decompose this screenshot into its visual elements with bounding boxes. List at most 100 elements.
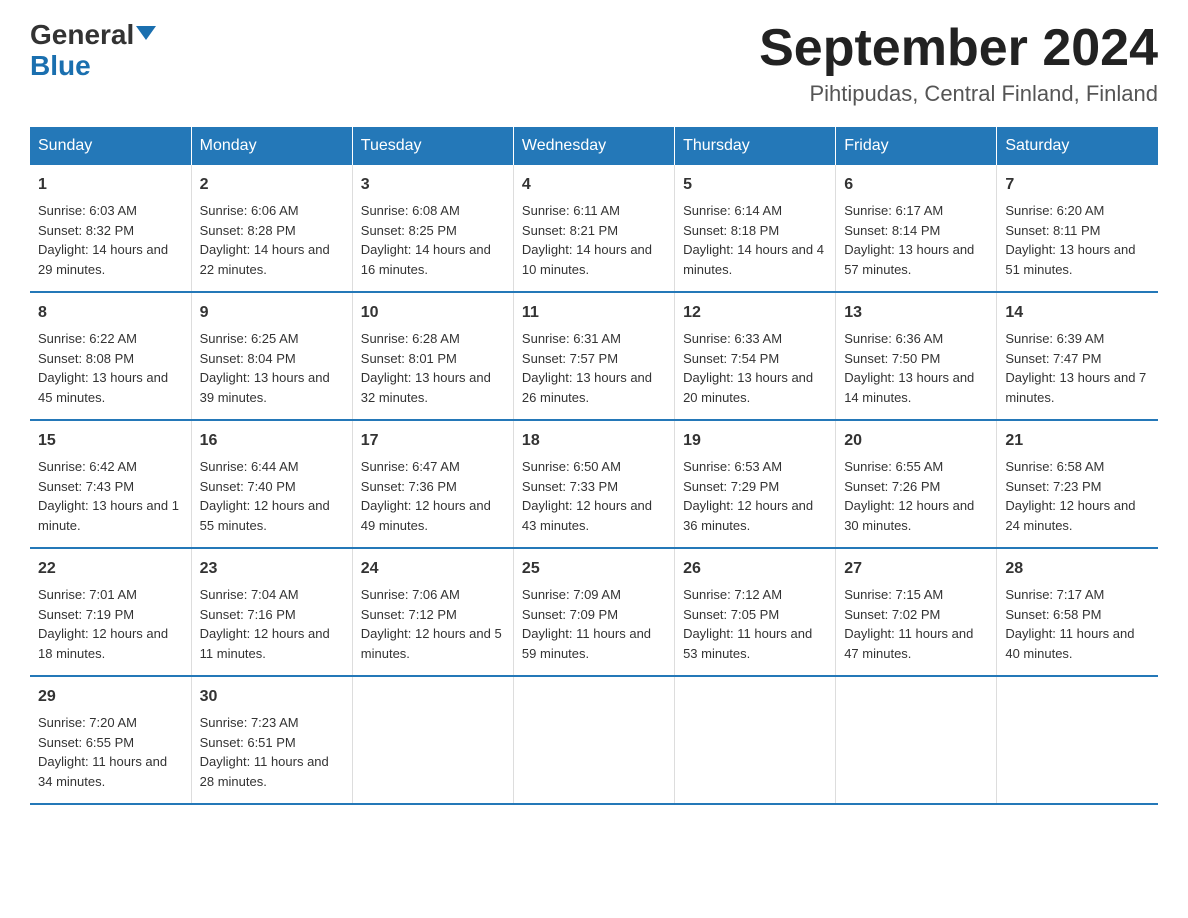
- day-number: 12: [683, 301, 827, 325]
- sunset-text: Sunset: 7:40 PM: [200, 479, 296, 494]
- daylight-text: Daylight: 14 hours and 4 minutes.: [683, 242, 824, 277]
- sunset-text: Sunset: 8:21 PM: [522, 223, 618, 238]
- day-number: 11: [522, 301, 666, 325]
- sunrise-text: Sunrise: 7:15 AM: [844, 587, 943, 602]
- logo-text: GeneralBlue: [30, 20, 156, 82]
- day-number: 6: [844, 173, 988, 197]
- daylight-text: Daylight: 12 hours and 18 minutes.: [38, 626, 168, 661]
- sunset-text: Sunset: 7:54 PM: [683, 351, 779, 366]
- sunset-text: Sunset: 7:16 PM: [200, 607, 296, 622]
- calendar-cell: 29Sunrise: 7:20 AMSunset: 6:55 PMDayligh…: [30, 676, 191, 804]
- calendar-cell: 5Sunrise: 6:14 AMSunset: 8:18 PMDaylight…: [675, 165, 836, 292]
- daylight-text: Daylight: 13 hours and 39 minutes.: [200, 370, 330, 405]
- sunrise-text: Sunrise: 6:53 AM: [683, 459, 782, 474]
- day-number: 26: [683, 557, 827, 581]
- daylight-text: Daylight: 12 hours and 30 minutes.: [844, 498, 974, 533]
- calendar-cell: 3Sunrise: 6:08 AMSunset: 8:25 PMDaylight…: [352, 165, 513, 292]
- day-header-wednesday: Wednesday: [513, 127, 674, 165]
- daylight-text: Daylight: 11 hours and 28 minutes.: [200, 754, 329, 789]
- daylight-text: Daylight: 11 hours and 40 minutes.: [1005, 626, 1134, 661]
- calendar-cell: 20Sunrise: 6:55 AMSunset: 7:26 PMDayligh…: [836, 420, 997, 548]
- day-number: 9: [200, 301, 344, 325]
- sunrise-text: Sunrise: 6:20 AM: [1005, 203, 1104, 218]
- sunrise-text: Sunrise: 6:08 AM: [361, 203, 460, 218]
- sunrise-text: Sunrise: 7:20 AM: [38, 715, 137, 730]
- sunset-text: Sunset: 7:12 PM: [361, 607, 457, 622]
- day-header-tuesday: Tuesday: [352, 127, 513, 165]
- calendar-cell: 16 Sunrise: 6:44 AM Sunset: 7:40 PM Dayligh…: [191, 420, 352, 548]
- sunrise-text: Sunrise: 6:11 AM: [522, 203, 620, 218]
- calendar-cell: 23Sunrise: 7:04 AMSunset: 7:16 PMDayligh…: [191, 548, 352, 676]
- calendar-cell: [675, 676, 836, 804]
- sunset-text: Sunset: 6:51 PM: [200, 735, 296, 750]
- daylight-text: Daylight: 14 hours and 10 minutes.: [522, 242, 652, 277]
- calendar-cell: 30Sunrise: 7:23 AMSunset: 6:51 PMDayligh…: [191, 676, 352, 804]
- calendar-cell: 22Sunrise: 7:01 AMSunset: 7:19 PMDayligh…: [30, 548, 191, 676]
- calendar-cell: 7Sunrise: 6:20 AMSunset: 8:11 PMDaylight…: [997, 165, 1158, 292]
- daylight-text: Daylight: 14 hours and 22 minutes.: [200, 242, 330, 277]
- sunrise-text: Sunrise: 7:17 AM: [1005, 587, 1104, 602]
- sunrise-text: Sunrise: 6:55 AM: [844, 459, 943, 474]
- day-number: 18: [522, 429, 666, 453]
- week-row-2: 8Sunrise: 6:22 AMSunset: 8:08 PMDaylight…: [30, 292, 1158, 420]
- sunrise-text: Sunrise: 6:42 AM: [38, 459, 137, 474]
- sunset-text: Sunset: 6:58 PM: [1005, 607, 1101, 622]
- sunrise-text: Sunrise: 6:03 AM: [38, 203, 137, 218]
- daylight-text: Daylight: 13 hours and 1 minute.: [38, 498, 179, 533]
- sunset-text: Sunset: 7:23 PM: [1005, 479, 1101, 494]
- sunset-text: Sunset: 7:05 PM: [683, 607, 779, 622]
- sunrise-text: Sunrise: 6:17 AM: [844, 203, 943, 218]
- calendar-cell: 4 Sunrise: 6:11 AM Sunset: 8:21 PM Daylight…: [513, 165, 674, 292]
- title-block: September 2024 Pihtipudas, Central Finla…: [759, 20, 1158, 107]
- sunset-text: Sunset: 6:55 PM: [38, 735, 134, 750]
- sunrise-text: Sunrise: 6:50 AM: [522, 459, 621, 474]
- day-number: 30: [200, 685, 344, 709]
- location: Pihtipudas, Central Finland, Finland: [759, 81, 1158, 107]
- day-number: 4: [522, 173, 666, 197]
- week-row-1: 1Sunrise: 6:03 AMSunset: 8:32 PMDaylight…: [30, 165, 1158, 292]
- daylight-text: Daylight: 13 hours and 7 minutes.: [1005, 370, 1146, 405]
- week-row-4: 22Sunrise: 7:01 AMSunset: 7:19 PMDayligh…: [30, 548, 1158, 676]
- daylight-text: Daylight: 12 hours and 11 minutes.: [200, 626, 330, 661]
- sunset-text: Sunset: 8:18 PM: [683, 223, 779, 238]
- sunrise-text: Sunrise: 7:06 AM: [361, 587, 460, 602]
- day-number: 10: [361, 301, 505, 325]
- sunrise-text: Sunrise: 6:47 AM: [361, 459, 460, 474]
- day-header-friday: Friday: [836, 127, 997, 165]
- day-number: 16: [200, 429, 344, 453]
- page-header: GeneralBlue September 2024 Pihtipudas, C…: [30, 20, 1158, 107]
- day-number: 23: [200, 557, 344, 581]
- daylight-text: Daylight: 11 hours and 34 minutes.: [38, 754, 167, 789]
- sunset-text: Sunset: 8:01 PM: [361, 351, 457, 366]
- sunset-text: Sunset: 7:50 PM: [844, 351, 940, 366]
- month-title: September 2024: [759, 20, 1158, 77]
- daylight-text: Daylight: 12 hours and 55 minutes.: [200, 498, 330, 533]
- day-number: 3: [361, 173, 505, 197]
- calendar-cell: 1Sunrise: 6:03 AMSunset: 8:32 PMDaylight…: [30, 165, 191, 292]
- daylight-text: Daylight: 13 hours and 14 minutes.: [844, 370, 974, 405]
- sunset-text: Sunset: 8:11 PM: [1005, 223, 1100, 238]
- daylight-text: Daylight: 14 hours and 16 minutes.: [361, 242, 491, 277]
- daylight-text: Daylight: 12 hours and 49 minutes.: [361, 498, 491, 533]
- day-header-thursday: Thursday: [675, 127, 836, 165]
- calendar-cell: 13Sunrise: 6:36 AMSunset: 7:50 PMDayligh…: [836, 292, 997, 420]
- day-number: 14: [1005, 301, 1150, 325]
- logo: GeneralBlue: [30, 20, 156, 82]
- calendar-cell: 12Sunrise: 6:33 AMSunset: 7:54 PMDayligh…: [675, 292, 836, 420]
- sunrise-text: Sunrise: 7:09 AM: [522, 587, 621, 602]
- daylight-text: Daylight: 11 hours and 53 minutes.: [683, 626, 812, 661]
- sunset-text: Sunset: 8:08 PM: [38, 351, 134, 366]
- calendar-cell: 6Sunrise: 6:17 AMSunset: 8:14 PMDaylight…: [836, 165, 997, 292]
- calendar-cell: 17Sunrise: 6:47 AMSunset: 7:36 PMDayligh…: [352, 420, 513, 548]
- sunset-text: Sunset: 7:09 PM: [522, 607, 618, 622]
- calendar-cell: 9Sunrise: 6:25 AMSunset: 8:04 PMDaylight…: [191, 292, 352, 420]
- day-header-monday: Monday: [191, 127, 352, 165]
- calendar-cell: 2Sunrise: 6:06 AMSunset: 8:28 PMDaylight…: [191, 165, 352, 292]
- sunrise-text: Sunrise: 7:12 AM: [683, 587, 782, 602]
- day-number: 2: [200, 173, 344, 197]
- sunrise-text: Sunrise: 6:44 AM: [200, 459, 299, 474]
- sunrise-text: Sunrise: 6:22 AM: [38, 331, 137, 346]
- day-number: 22: [38, 557, 183, 581]
- sunrise-text: Sunrise: 6:31 AM: [522, 331, 621, 346]
- calendar-cell: 8Sunrise: 6:22 AMSunset: 8:08 PMDaylight…: [30, 292, 191, 420]
